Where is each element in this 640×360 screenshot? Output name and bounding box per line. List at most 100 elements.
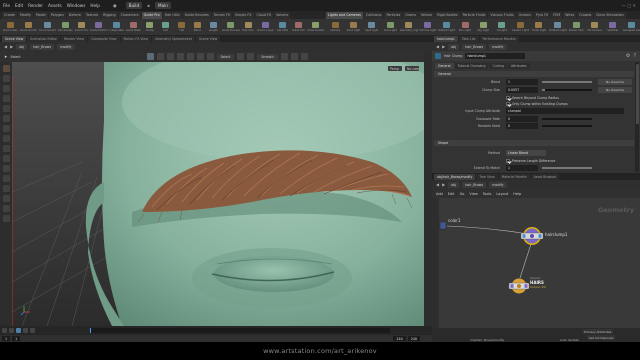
set-all-channels-field[interactable]: Set All Channels (587, 335, 616, 340)
shelf-tab-9[interactable]: Pyro FX (533, 11, 551, 19)
random-seed-field[interactable]: 0 (506, 123, 538, 129)
shelf-tool-5[interactable]: Guide Deform (90, 20, 108, 35)
shelf-tab-12[interactable]: Simple FX (233, 11, 254, 19)
shelf-tab-14[interactable]: Volume (274, 11, 291, 19)
shelf-tool-1[interactable]: Guide Groom (20, 20, 37, 35)
shelf-tab-2[interactable]: Particles (384, 11, 403, 19)
path-crumb-modify[interactable]: modify (489, 181, 507, 188)
shelf-tool-16[interactable]: Set Attrs (276, 20, 290, 35)
select-vertices-button[interactable] (176, 53, 184, 60)
shading-button[interactable] (290, 53, 298, 60)
shelf-tool-18[interactable]: Draw Guides (307, 20, 324, 35)
shelf-tab-5[interactable]: Rigid Bodies (435, 11, 460, 19)
only-existing-checkbox[interactable] (506, 102, 510, 106)
shelf-tool-10[interactable]: Frizz (175, 20, 189, 35)
camera-icon[interactable] (2, 205, 10, 212)
shelf-tool-0[interactable]: Groom Geo (3, 20, 18, 35)
folder-shape[interactable]: Shape (434, 140, 634, 146)
auto-update-label[interactable]: Auto Update (560, 338, 579, 342)
light-icon[interactable] (2, 215, 10, 222)
view-icon[interactable] (2, 125, 10, 132)
pane-tab-0[interactable]: hairclump1 (434, 35, 458, 42)
clump-size-field[interactable]: 0.0057 (506, 87, 538, 93)
sculpt-icon[interactable] (2, 145, 10, 152)
shelf-tab-10[interactable]: FEM (551, 11, 563, 19)
blend-override-dropdown[interactable]: No Override (598, 79, 632, 85)
shelf-tab-1[interactable]: Modify (17, 11, 33, 19)
move-icon[interactable] (2, 75, 10, 82)
shelf-tool-2[interactable]: Spot Light (364, 20, 380, 35)
shelf-tool-14[interactable]: VR Camera (586, 20, 602, 35)
clump-size-override-dropdown[interactable]: No Override (598, 87, 632, 93)
shelf-tab-4[interactable]: Deform (66, 11, 84, 19)
current-frame-field[interactable]: 1 (12, 336, 21, 341)
shelf-tab-7[interactable]: Characters (118, 11, 141, 19)
param-tab-0[interactable]: General (435, 62, 454, 69)
shelf-tool-12[interactable]: Ambient Light (549, 20, 567, 35)
forward-icon[interactable]: ▶ (442, 182, 445, 187)
jump-start-icon[interactable] (2, 328, 7, 333)
select-groups-button[interactable] (196, 53, 204, 60)
method-dropdown[interactable]: Linear Blend (506, 150, 546, 156)
cam-label[interactable]: No cam (407, 67, 419, 71)
shelf-tool-2[interactable]: Curve Groom (39, 20, 56, 35)
param-tab-3[interactable]: Attributes (507, 62, 530, 69)
shelf-tab-13[interactable]: Drive Simulation (594, 11, 626, 19)
display-mode-dropdown[interactable]: Smooth (257, 53, 278, 60)
light-button[interactable] (280, 53, 288, 60)
shelf-tool-17[interactable]: Guide Sim (292, 20, 306, 35)
pane-tab-2[interactable]: Render View (61, 35, 87, 42)
path-crumb-hair-brows[interactable]: hair_Brows (30, 43, 55, 50)
grid-button[interactable] (247, 53, 255, 60)
menu-windows[interactable]: Windows (67, 3, 86, 8)
pose-icon[interactable] (2, 115, 10, 122)
extend-field[interactable]: 1 (506, 165, 538, 171)
shelf-tool-4[interactable]: Geometry Light (400, 20, 418, 35)
shelf-tab-8[interactable]: Oceans (516, 11, 533, 19)
pane-tab-1[interactable]: Animation Editor (27, 35, 60, 42)
scene-viewport[interactable]: Persp No cam (12, 62, 424, 326)
shelf-tool-3[interactable]: Add Guides (58, 20, 73, 35)
network-menu-view[interactable]: View (469, 192, 477, 196)
shelf-tool-9[interactable]: Curl (159, 20, 173, 35)
shelf-tab-2[interactable]: Model (33, 11, 48, 19)
network-menu-add[interactable]: Add (436, 192, 443, 196)
network-editor[interactable]: Geometry color1 hairclump1 Output HAIRS … (432, 198, 640, 328)
random-seed-slider[interactable] (542, 125, 592, 127)
network-menu-edit[interactable]: Edit (448, 192, 455, 196)
build-dropdown[interactable]: Build (125, 2, 143, 9)
shelf-tab-3[interactable]: Polygon (48, 11, 66, 19)
shelf-tab-1[interactable]: Collisions (363, 11, 384, 19)
shelf-tool-15[interactable]: Groom Layer (257, 20, 274, 35)
shelf-tool-5[interactable]: Volume Light (419, 20, 436, 35)
menu-edit[interactable]: Edit (15, 3, 23, 8)
crossover-slider[interactable] (542, 118, 592, 120)
shelf-tab-11[interactable]: Wires (563, 11, 577, 19)
shelf-tool-13[interactable]: Guide Process (222, 20, 240, 35)
path-crumb-obj[interactable]: obj (16, 43, 28, 50)
lasso-icon[interactable] (2, 185, 10, 192)
measure-icon[interactable] (2, 155, 10, 162)
network-menu-tools[interactable]: Tools (483, 192, 492, 196)
menu-help[interactable]: Help (90, 3, 100, 8)
brush-icon[interactable] (2, 135, 10, 142)
end-frame-field[interactable]: 240 (393, 336, 406, 341)
shelf-tool-6[interactable]: Interpolate (109, 20, 124, 35)
shelf-tab-10[interactable]: Guide Brushes (182, 11, 211, 19)
forward-icon[interactable]: ▶ (10, 44, 13, 49)
shelf-tab-3[interactable]: Grains (403, 11, 418, 19)
select-tool-icon[interactable]: ➤ (4, 54, 7, 59)
forward-icon[interactable]: ▶ (442, 44, 445, 49)
snap-icon[interactable] (2, 165, 10, 172)
shelf-tool-6[interactable]: Distant Light (438, 20, 455, 35)
select-points-button[interactable] (146, 53, 154, 60)
shelf-tool-1[interactable]: Point Light (345, 20, 361, 35)
step-back-icon[interactable] (9, 328, 14, 333)
window-controls[interactable]: — ▢ ✕ (622, 3, 640, 8)
hairclump1-bypass-flag[interactable] (522, 234, 526, 238)
pane-tab-5[interactable]: Geometry Spreadsheet (151, 35, 195, 42)
crossover-field[interactable]: 0 (506, 116, 538, 122)
network-tab-3[interactable]: Asset Browser (530, 173, 560, 180)
playhead[interactable] (90, 328, 91, 333)
network-menu-go[interactable]: Go (460, 192, 465, 196)
